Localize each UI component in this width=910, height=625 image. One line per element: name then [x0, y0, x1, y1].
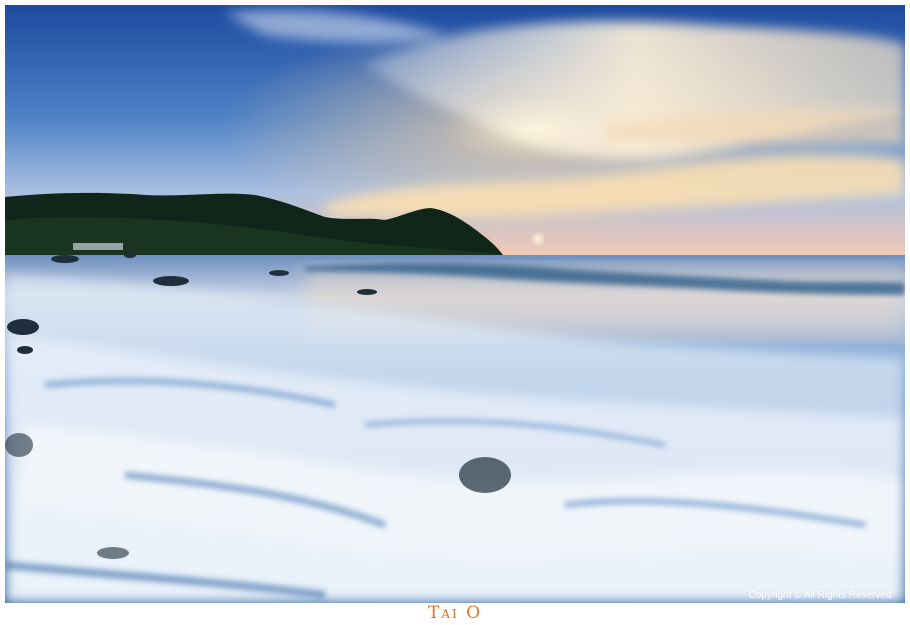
- sun: [533, 234, 543, 244]
- landscape-photo: [5, 5, 905, 603]
- village: [73, 243, 123, 250]
- photo-title: Tai O: [427, 603, 483, 623]
- photo-frame: Copyright © All Rights Reserved Septembe…: [0, 0, 910, 625]
- copyright-text: Copyright © All Rights Reserved: [748, 590, 892, 601]
- seascape-illustration: [5, 5, 905, 603]
